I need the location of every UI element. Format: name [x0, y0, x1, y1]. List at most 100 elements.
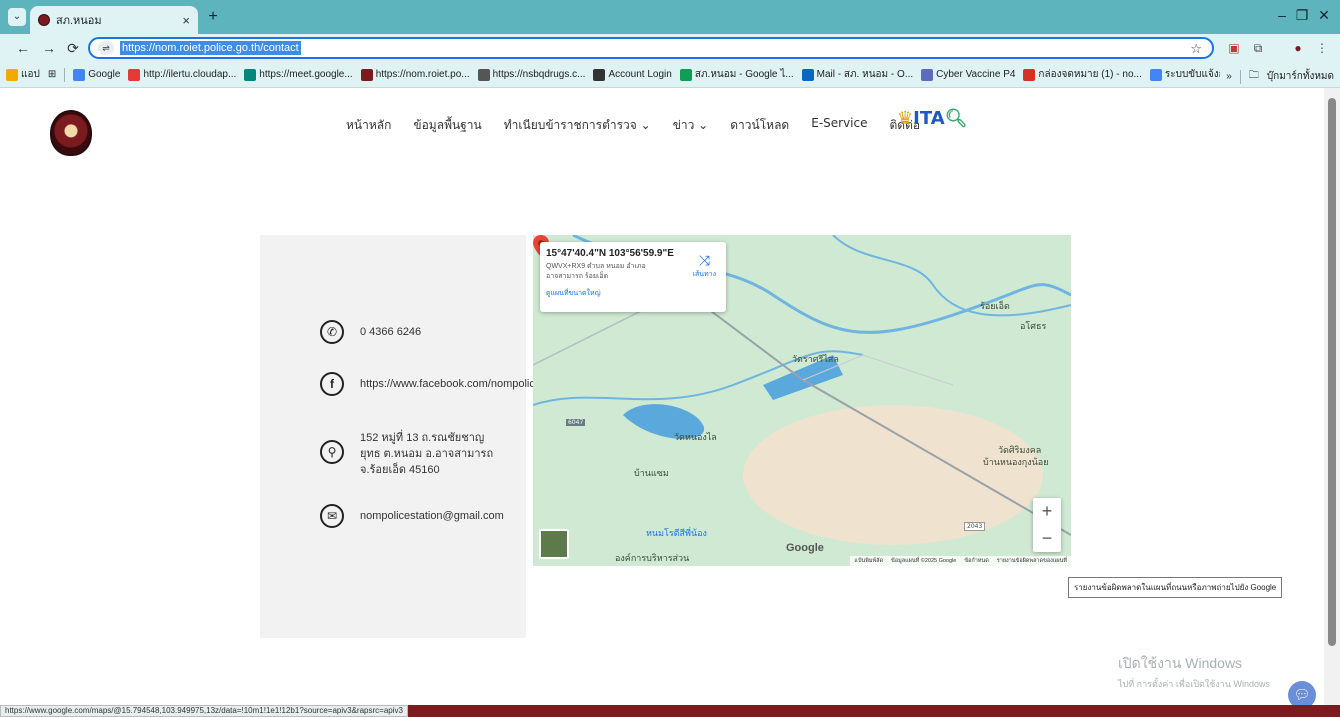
nav-eservice[interactable]: E-Service: [811, 116, 867, 135]
all-bookmarks-button[interactable]: บุ๊กมาร์กทั้งหมด: [1267, 69, 1334, 84]
directions-button[interactable]: ⤨ เส้นทาง: [693, 252, 716, 280]
nav-basic-info[interactable]: ข้อมูลพื้นฐาน: [413, 116, 481, 135]
report-tooltip: รายงานข้อผิดพลาดในแผนที่ถนนหรือภาพถ่ายไป…: [1068, 577, 1283, 598]
road-number: 2043: [964, 522, 986, 531]
bookmark-item[interactable]: Account Login: [593, 68, 672, 81]
google-icon: [73, 68, 86, 81]
tab-search-button[interactable]: ⌄: [8, 8, 26, 26]
bookmark-item[interactable]: Cyber Vaccine P4: [921, 68, 1015, 81]
police-favicon-icon: [38, 14, 50, 26]
bookmarks-overflow-button[interactable]: »: [1226, 71, 1232, 82]
scrollbar-thumb[interactable]: [1328, 98, 1336, 646]
address-text: 152 หมู่ที่ 13 ถ.รณชัยชาญ ยุทธ ต.หนอม อ.…: [360, 430, 493, 478]
bookmark-grid-icon[interactable]: ⊞: [48, 69, 56, 80]
zoom-in-button[interactable]: +: [1033, 498, 1061, 525]
nav-home[interactable]: หน้าหลัก: [346, 116, 391, 135]
address-bar[interactable]: ⇌ https://nom.roiet.police.go.th/contact…: [88, 37, 1214, 59]
map-label: อโศธร: [1020, 322, 1047, 332]
folder-icon: 🗀: [1248, 70, 1259, 81]
apps-grid-icon: [6, 68, 18, 81]
facebook-icon: f: [320, 372, 344, 396]
email-text: nompolicestation@gmail.com: [360, 510, 504, 522]
itac-trophy-icon: ♛: [897, 108, 914, 129]
nav-news[interactable]: ข่าว ⌄: [673, 116, 709, 135]
tab-close-icon[interactable]: ×: [182, 13, 190, 28]
contact-facebook: f https://www.facebook.com/nompolic: [320, 372, 535, 396]
bookmark-item[interactable]: Google: [73, 68, 120, 81]
keyboard-shortcuts-link[interactable]: แป้นพิมพ์ลัด: [854, 557, 883, 565]
bookmark-item[interactable]: สภ.หนอม - Google ไ...: [679, 67, 794, 82]
phone-icon: ✆: [320, 320, 344, 344]
envelope-icon: ✉: [320, 504, 344, 528]
bookmarks-right: » 🗀 บุ๊กมาร์กทั้งหมด: [1220, 68, 1334, 85]
globe-icon: [477, 68, 490, 81]
location-pin-icon: ⚲: [320, 440, 344, 464]
extension-icon[interactable]: ▣: [1226, 40, 1242, 56]
reload-icon[interactable]: ⟳: [64, 39, 82, 57]
back-arrow-icon[interactable]: ←: [14, 39, 32, 57]
satellite-toggle[interactable]: [539, 529, 569, 559]
main-menu: หน้าหลัก ข้อมูลพื้นฐาน ทำเนียบข้าราชการต…: [346, 116, 920, 135]
view-larger-map-link[interactable]: ดูแผนที่ขนาดใหญ่: [546, 288, 720, 299]
zoom-out-button[interactable]: −: [1033, 525, 1061, 552]
bookmark-apps[interactable]: แอป: [6, 67, 40, 82]
bookmark-separator: [1239, 69, 1241, 84]
page-scrollbar[interactable]: [1324, 88, 1340, 705]
magnifier-icon: 🔍︎: [944, 108, 968, 129]
contact-email: ✉ nompolicestation@gmail.com: [320, 504, 504, 528]
map-attribution: แป้นพิมพ์ลัด ข้อมูลแผนที่ ©2025 Google ข…: [850, 556, 1071, 566]
chrome-menu-icon[interactable]: ⋮: [1314, 40, 1330, 56]
bookmark-star-icon[interactable]: ☆: [1190, 41, 1202, 57]
forward-arrow-icon[interactable]: →: [40, 39, 58, 57]
nav-download[interactable]: ดาวน์โหลด: [730, 116, 789, 135]
google-logo: Google: [786, 542, 824, 554]
home-icon: [593, 68, 606, 81]
phone-text: 0 4366 6246: [360, 326, 422, 338]
gmail-icon: [1023, 68, 1036, 81]
map-label: บ้านหนองกุงน้อย: [983, 458, 1049, 468]
watermark-title: เปิดใช้งาน Windows: [1118, 655, 1243, 671]
outlook-icon: [801, 68, 814, 81]
drive-icon: [679, 68, 692, 81]
directions-label: เส้นทาง: [692, 271, 716, 278]
browser-tab[interactable]: สภ.หนอม ×: [30, 6, 198, 34]
map-label: ร้อยเอ็ด: [980, 302, 1010, 312]
contact-phone: ✆ 0 4366 6246: [320, 320, 421, 344]
report-error-link[interactable]: รายงานข้อผิดพลาดของแผนที่: [997, 557, 1067, 565]
browser-tab-strip: ⌄ สภ.หนอม × + – ❐ ✕: [0, 0, 1340, 34]
google-map[interactable]: ร้อยเอ็ด อโศธร วัดราศรีไสล วัดหนองไล วัด…: [533, 235, 1071, 566]
map-label: องค์การบริหารส่วน: [615, 554, 690, 564]
new-tab-button[interactable]: +: [204, 8, 222, 26]
bookmark-item[interactable]: https://nsbqdrugs.c...: [477, 68, 585, 81]
url-text[interactable]: https://nom.roiet.police.go.th/contact: [120, 41, 301, 55]
bookmark-item[interactable]: https://meet.google...: [244, 68, 353, 81]
bookmark-item[interactable]: กล่องจดหมาย (1) - no...: [1023, 67, 1142, 82]
bookmark-item[interactable]: http://ilertu.cloudap...: [128, 68, 236, 81]
extensions-puzzle-icon[interactable]: ⧉: [1250, 40, 1266, 56]
tab-title: สภ.หนอม: [56, 15, 102, 27]
close-window-icon[interactable]: ✕: [1310, 7, 1338, 24]
profile-icon[interactable]: ●: [1290, 40, 1306, 56]
site-icon: [128, 68, 141, 81]
zoom-control: + −: [1033, 498, 1061, 552]
facebook-link[interactable]: https://www.facebook.com/nompolic: [360, 376, 535, 392]
terms-link[interactable]: ข้อกำหนด: [964, 557, 988, 565]
map-label: บ้านแซม: [634, 469, 669, 479]
place-info-card: 15°47'40.4"N 103°56'59.9"E QWVX+RX9 ตำบล…: [540, 242, 726, 312]
meet-icon: [244, 68, 257, 81]
map-label: วัดหนองไล: [674, 433, 717, 443]
site-info-icon[interactable]: ⇌: [98, 41, 114, 55]
bookmark-item[interactable]: https://nom.roiet.po...: [360, 68, 470, 81]
itac-logo[interactable]: ♛ITA🔍︎: [897, 108, 977, 134]
bookmark-item[interactable]: Mail - สภ. หนอม - O...: [801, 67, 913, 82]
nav-officers[interactable]: ทำเนียบข้าราชการตำรวจ ⌄: [504, 116, 651, 135]
footer-bar: https://www.google.com/maps/@15.794548,1…: [0, 705, 1340, 717]
browser-toolbar: ← → ⟳ ⇌ https://nom.roiet.police.go.th/c…: [0, 34, 1340, 62]
map-label: หนมโรตีสีพี่น้อง: [646, 529, 707, 539]
police-logo[interactable]: [50, 110, 92, 156]
web-page: หน้าหลัก ข้อมูลพื้นฐาน ทำเนียบข้าราชการต…: [0, 88, 1324, 709]
bookmark-separator: [64, 67, 66, 82]
status-url: https://www.google.com/maps/@15.794548,1…: [0, 705, 408, 717]
contact-address: ⚲ 152 หมู่ที่ 13 ถ.รณชัยชาญ ยุทธ ต.หนอม …: [320, 430, 493, 478]
bookmarks-bar: แอป ⊞ Google http://ilertu.cloudap... ht…: [0, 62, 1340, 88]
